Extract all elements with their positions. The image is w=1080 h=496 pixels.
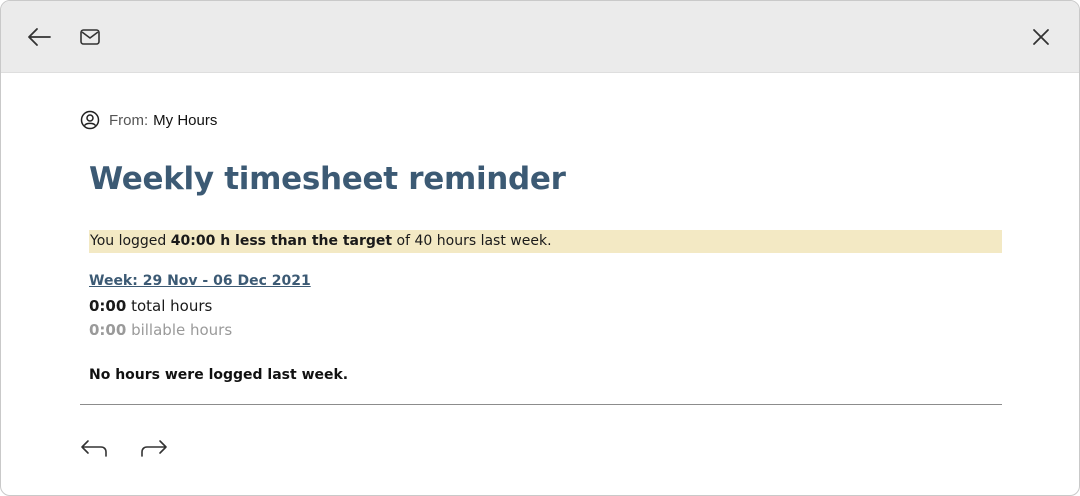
sender-name: My Hours [153, 111, 218, 129]
target-notice: You logged 40:00 h less than the target … [89, 230, 1002, 253]
user-avatar-icon [80, 110, 100, 130]
envelope-icon [80, 29, 100, 45]
email-window: From: My Hours Weekly timesheet reminder… [0, 0, 1080, 496]
notice-suffix: of 40 hours last week. [392, 233, 552, 249]
close-button[interactable] [1025, 21, 1057, 53]
billable-hours-value: 0:00 [89, 321, 127, 339]
billable-hours-row: 0:00 billable hours [89, 321, 232, 339]
notice-emphasis: 40:00 h less than the target [170, 233, 393, 249]
from-label: From: [109, 111, 149, 129]
no-hours-message: No hours were logged last week. [89, 367, 349, 383]
toolbar [1, 1, 1079, 73]
back-button[interactable] [23, 21, 55, 53]
reply-icon [81, 440, 107, 457]
forward-icon [141, 440, 167, 457]
total-hours-value: 0:00 [89, 297, 127, 315]
mail-button[interactable] [74, 21, 106, 53]
arrow-left-icon [28, 28, 51, 46]
billable-hours-label: billable hours [126, 321, 233, 339]
total-hours-row: 0:00 total hours [89, 297, 212, 315]
forward-button[interactable] [137, 433, 171, 463]
close-icon [1033, 29, 1049, 45]
total-hours-label: total hours [126, 297, 213, 315]
notice-prefix: You logged [90, 233, 171, 249]
email-title: Weekly timesheet reminder [89, 161, 566, 197]
from-row: From: My Hours [80, 110, 217, 130]
divider [80, 404, 1002, 405]
reply-button[interactable] [77, 433, 111, 463]
week-link[interactable]: Week: 29 Nov - 06 Dec 2021 [89, 273, 311, 289]
